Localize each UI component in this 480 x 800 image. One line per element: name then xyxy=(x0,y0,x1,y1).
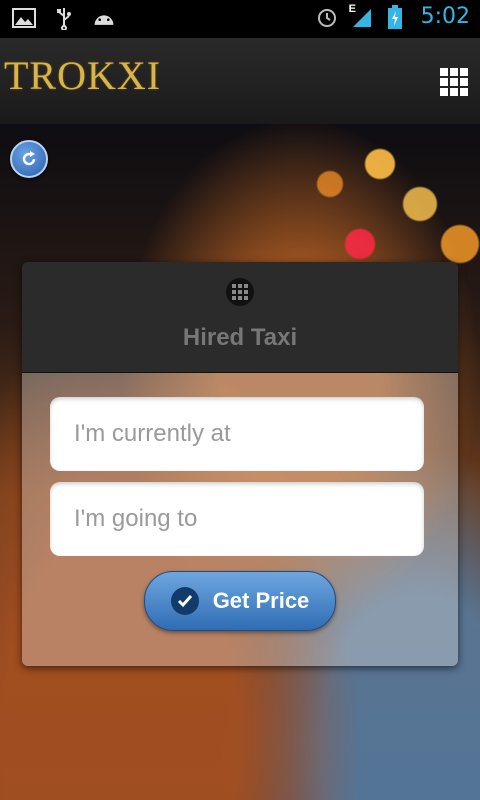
network-type-label: E xyxy=(348,2,356,15)
destination-field[interactable] xyxy=(50,482,424,556)
android-icon xyxy=(92,6,116,30)
alarm-icon xyxy=(315,5,339,29)
hired-taxi-card: Hired Taxi Get Price xyxy=(22,262,458,666)
current-location-field[interactable] xyxy=(50,397,424,471)
clock-time: 5:02 xyxy=(420,4,470,29)
current-location-input[interactable] xyxy=(50,420,424,448)
signal-icon: E xyxy=(348,2,373,29)
app-logo: TROKXI xyxy=(4,53,162,98)
get-price-button[interactable]: Get Price xyxy=(144,571,336,631)
usb-icon xyxy=(52,6,76,30)
get-price-label: Get Price xyxy=(212,588,310,613)
image-icon xyxy=(12,6,36,30)
card-title: Hired Taxi xyxy=(182,324,298,351)
check-icon xyxy=(170,587,199,615)
status-bar: E 5:02 xyxy=(0,0,480,38)
card-header: Hired Taxi xyxy=(22,262,458,373)
refresh-button[interactable] xyxy=(10,140,48,178)
app-header: TROKXI xyxy=(0,38,480,125)
grid-menu-icon[interactable] xyxy=(440,68,468,96)
battery-charging-icon xyxy=(383,4,407,29)
destination-input[interactable] xyxy=(50,505,424,533)
card-grid-icon[interactable] xyxy=(226,278,254,306)
card-body: Get Price xyxy=(22,373,458,666)
refresh-icon xyxy=(22,151,36,166)
